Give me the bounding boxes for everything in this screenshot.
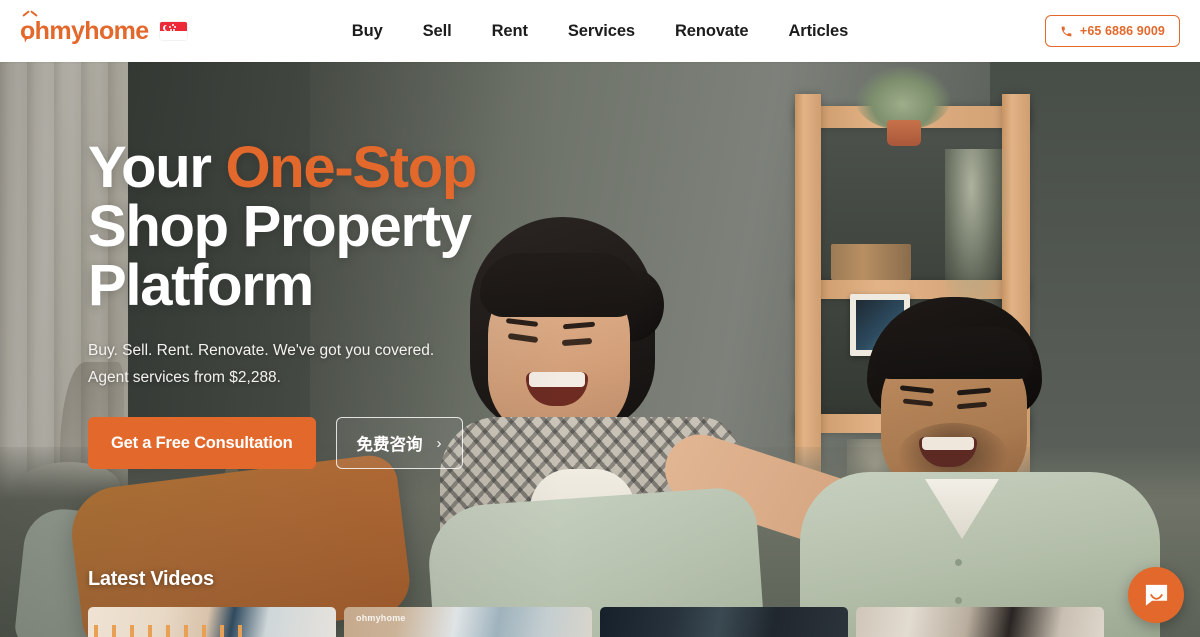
video-watermark: ohmyhome <box>356 613 406 623</box>
headline-highlight: One-Stop <box>225 135 477 200</box>
hero-subtext-line-1: Buy. Sell. Rent. Renovate. We've got you… <box>88 342 435 359</box>
nav-item-services[interactable]: Services <box>568 22 635 41</box>
site-header: ohmyhome Buy Sell Rent Services Renovate… <box>0 0 1200 62</box>
hero-subtext-line-2: Agent services from $2,288. <box>88 369 281 386</box>
phone-contact-button[interactable]: +65 6886 9009 <box>1044 15 1180 47</box>
video-thumbnail[interactable]: ohmyhome <box>344 607 592 637</box>
headline-prefix: Your <box>88 135 226 200</box>
latest-videos-title: Latest Videos <box>88 568 214 590</box>
hero-section: Your One-Stop Shop Property Platform Buy.… <box>0 62 1200 637</box>
video-thumbnail[interactable] <box>88 607 336 637</box>
video-thumbnail[interactable] <box>600 607 848 637</box>
chat-bubble-icon <box>1145 584 1167 606</box>
nav-item-sell[interactable]: Sell <box>423 22 452 41</box>
brand-name: ohmyhome <box>20 16 149 45</box>
nav-item-rent[interactable]: Rent <box>492 22 528 41</box>
nav-item-renovate[interactable]: Renovate <box>675 22 749 41</box>
chat-launcher-button[interactable] <box>1128 567 1184 623</box>
house-roof-icon <box>24 15 36 22</box>
hero-cta-row: Get a Free Consultation 免费咨询 › <box>88 417 608 469</box>
logo-wordmark: ohmyhome <box>20 16 149 45</box>
phone-number-label: +65 6886 9009 <box>1079 24 1165 38</box>
hero-headline: Your One-Stop Shop Property Platform <box>88 138 608 315</box>
brand-logo[interactable]: ohmyhome <box>20 16 187 45</box>
nav-item-articles[interactable]: Articles <box>788 22 848 41</box>
get-free-consultation-button[interactable]: Get a Free Consultation <box>88 417 316 469</box>
singapore-flag-icon[interactable] <box>159 22 187 40</box>
chevron-right-icon: › <box>436 434 442 452</box>
nav-item-buy[interactable]: Buy <box>352 22 383 41</box>
hero-subtext: Buy. Sell. Rent. Renovate. We've got you… <box>88 337 608 391</box>
headline-rest: Shop Property Platform <box>88 194 472 318</box>
chinese-consultation-label: 免费咨询 <box>356 436 423 454</box>
hero-content: Your One-Stop Shop Property Platform Buy.… <box>88 138 608 469</box>
chinese-consultation-button[interactable]: 免费咨询 › <box>335 417 463 469</box>
video-thumbnail[interactable] <box>856 607 1104 637</box>
phone-icon <box>1061 26 1072 36</box>
video-thumbnail-list: ohmyhome <box>88 607 1118 637</box>
latest-videos-section: Latest Videos ohmyhome <box>88 568 1118 637</box>
